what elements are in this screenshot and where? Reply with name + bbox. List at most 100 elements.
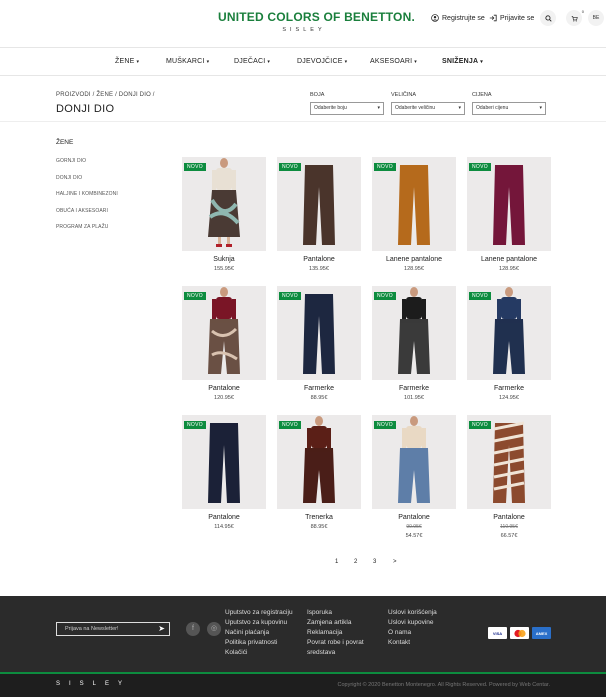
page-1[interactable]: 1 [335, 559, 338, 565]
footer-link[interactable]: Kontakt [388, 639, 410, 646]
product-card[interactable]: NOVO Lanene pantalone 128.95€ [372, 157, 456, 272]
newsletter-input[interactable]: Prijava na Newsletter! ➤ [56, 622, 170, 636]
footer-link[interactable]: Kolačići [225, 649, 247, 656]
product-image[interactable]: NOVO [182, 286, 266, 380]
instagram-icon[interactable]: ◎ [207, 622, 221, 636]
chevron-down-icon: ▾ [267, 59, 271, 65]
filter-select-color[interactable]: Odaberite boju ▾ [310, 102, 384, 115]
next-page[interactable]: > [393, 559, 397, 565]
product-name[interactable]: Lanene pantalone [467, 256, 551, 263]
cart-button[interactable]: 0 [566, 9, 584, 26]
product-image[interactable]: NOVO [182, 157, 266, 251]
product-card[interactable]: NOVO Farmerke 88.95€ [277, 286, 361, 401]
footer-link[interactable]: Uslovi kupovine [388, 619, 434, 626]
product-image[interactable]: NOVO [277, 286, 361, 380]
new-badge: NOVO [184, 421, 206, 429]
product-name[interactable]: Pantalone [182, 514, 266, 521]
nav-item-snizenja[interactable]: SNIŽENJA ▾ [442, 58, 483, 65]
logo-main-text: UNITED COLORS OF BENETTON. [218, 10, 415, 24]
product-price: 120.95€ [214, 395, 234, 401]
footer-link[interactable]: O nama [388, 629, 411, 636]
product-card[interactable]: NOVO Trenerka 88.95€ [277, 415, 361, 530]
product-card[interactable]: NOVO Farmerke 101.95€ [372, 286, 456, 401]
product-image[interactable]: NOVO [467, 157, 551, 251]
breadcrumb[interactable]: PROIZVODI / ŽENE / DONJI DIO / [56, 92, 155, 98]
product-card[interactable]: NOVO Pantalone 114.95€ [182, 415, 266, 530]
footer-link[interactable]: Uslovi korišćenja [388, 609, 437, 616]
product-price: 124.95€ [499, 395, 519, 401]
product-name[interactable]: Lanene pantalone [372, 256, 456, 263]
send-icon[interactable]: ➤ [158, 624, 165, 634]
new-badge: NOVO [184, 292, 206, 300]
sidebar-item-donji-dio[interactable]: DONJI DIO [56, 175, 82, 181]
login-link[interactable]: Prijavite se [489, 14, 534, 22]
garment-illustration [398, 165, 430, 245]
visa-icon: VISA [488, 627, 507, 639]
logo[interactable]: UNITED COLORS OF BENETTON. SISLEY [218, 10, 415, 33]
nav-item-aksesoari[interactable]: AKSESOARI ▾ [370, 58, 417, 65]
product-name[interactable]: Pantalone [277, 256, 361, 263]
filter-select-price[interactable]: Odaberi cijenu ▾ [472, 102, 546, 115]
product-card[interactable]: NOVO Pantalone 120.95€ [182, 286, 266, 401]
product-card[interactable]: NOVO Lanene pantalone 128.95€ [467, 157, 551, 272]
garment-illustration [303, 416, 335, 503]
search-button[interactable] [540, 10, 556, 26]
product-name[interactable]: Pantalone [467, 514, 551, 521]
nav-item-djecaci[interactable]: DJEČACI ▾ [234, 58, 270, 65]
new-badge: NOVO [374, 163, 396, 171]
footer-link[interactable]: Isporuka [307, 609, 332, 616]
footer-link[interactable]: Zamjena artikla [307, 619, 351, 626]
page-3[interactable]: 3 [373, 559, 376, 565]
product-card[interactable]: NOVO Farmerke 124.95€ [467, 286, 551, 401]
nav-item-muskarci[interactable]: MUŠKARCI ▾ [166, 58, 209, 65]
product-card[interactable]: NOVO Pantalone 110.95€ 66.57€ [467, 415, 551, 539]
filter-label-price: CIJENA [472, 92, 492, 98]
page-2[interactable]: 2 [354, 559, 357, 565]
footer-brand[interactable]: SISLEY [56, 681, 131, 687]
product-image[interactable]: NOVO [277, 157, 361, 251]
footer-link[interactable]: sredstava [307, 649, 335, 656]
register-link[interactable]: Registrujte se [431, 14, 485, 22]
footer-link[interactable]: Reklamacija [307, 629, 342, 636]
product-name[interactable]: Trenerka [277, 514, 361, 521]
garment-illustration [493, 421, 525, 503]
product-image[interactable]: NOVO [372, 157, 456, 251]
product-image[interactable]: NOVO [372, 286, 456, 380]
chevron-down-icon: ▾ [539, 105, 542, 111]
chevron-down-icon: ▾ [136, 59, 140, 65]
new-badge: NOVO [469, 421, 491, 429]
product-price: 155.95€ [214, 266, 234, 272]
footer-link[interactable]: Načini plaćanja [225, 629, 269, 636]
footer-link[interactable]: Politika privatnosti [225, 639, 277, 646]
product-card[interactable]: NOVO Pantalone 135.95€ [277, 157, 361, 272]
product-name[interactable]: Farmerke [372, 385, 456, 392]
sidebar-item-plaza[interactable]: PROGRAM ZA PLAŽU [56, 224, 108, 230]
product-image[interactable]: NOVO [372, 415, 456, 509]
footer-link[interactable]: Uputstvo za kupovinu [225, 619, 287, 626]
product-price: 128.95€ [499, 266, 519, 272]
product-name[interactable]: Pantalone [182, 385, 266, 392]
product-name[interactable]: Suknja [182, 256, 266, 263]
sidebar-title: ŽENE [56, 139, 74, 146]
product-image[interactable]: NOVO [277, 415, 361, 509]
nav-item-zene[interactable]: ŽENE ▾ [115, 58, 139, 65]
footer-link[interactable]: Povrat robe i povrat [307, 639, 364, 646]
language-button[interactable]: BE [588, 10, 604, 26]
category-header: PROIZVODI / ŽENE / DONJI DIO / DONJI DIO… [0, 76, 606, 122]
footer-link[interactable]: Uputstvo za registraciju [225, 609, 293, 616]
filter-select-size[interactable]: Odaberite veličinu ▾ [391, 102, 465, 115]
product-image[interactable]: NOVO [467, 415, 551, 509]
sidebar-item-obuca[interactable]: OBUĆA I AKSESOARI [56, 208, 108, 214]
nav-item-djevojcice[interactable]: DJEVOJČICE ▾ [297, 58, 347, 65]
product-name[interactable]: Farmerke [277, 385, 361, 392]
sidebar-item-gornji-dio[interactable]: GORNJI DIO [56, 158, 86, 164]
product-name[interactable]: Pantalone [372, 514, 456, 521]
sidebar-item-haljine[interactable]: HALJINE I KOMBINEZONI [56, 191, 118, 197]
product-image[interactable]: NOVO [467, 286, 551, 380]
product-card[interactable]: NOVO Pantalone 90.95€ 54.57€ [372, 415, 456, 539]
product-card[interactable]: NOVO Suknja 155.95€ [182, 157, 266, 272]
facebook-icon[interactable]: f [186, 622, 200, 636]
product-name[interactable]: Farmerke [467, 385, 551, 392]
product-image[interactable]: NOVO [182, 415, 266, 509]
logo-sub-text: SISLEY [282, 27, 326, 33]
